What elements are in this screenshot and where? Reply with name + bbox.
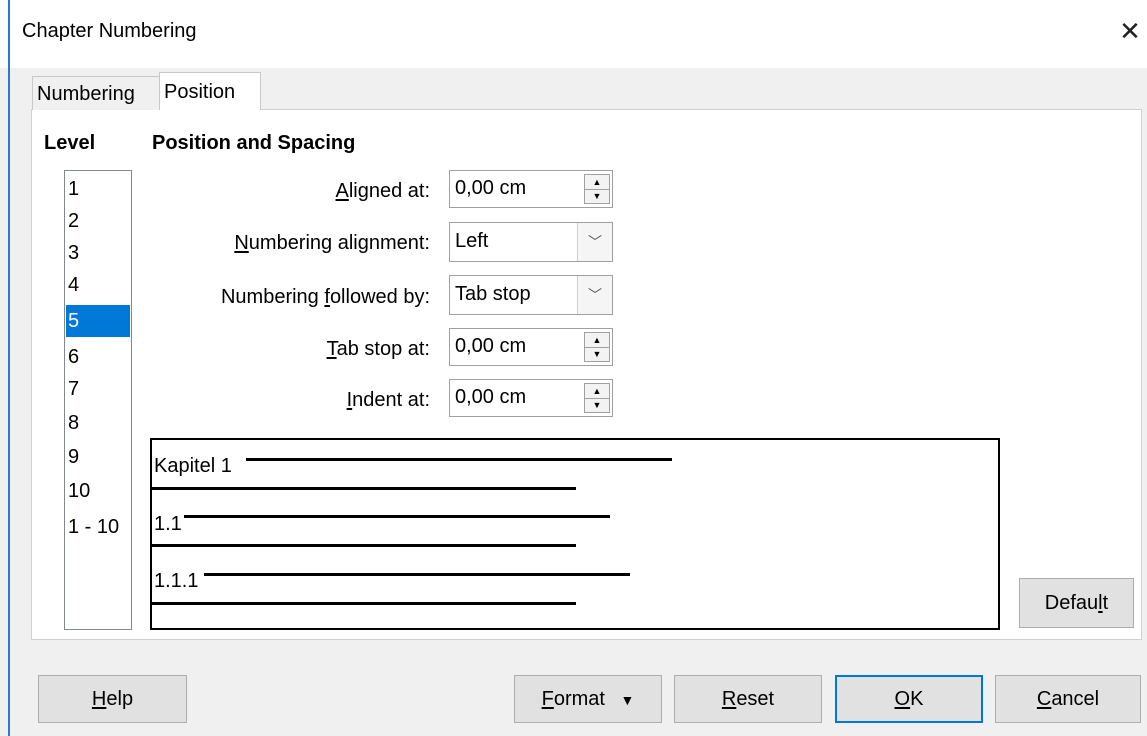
preview-text-line: [152, 487, 576, 490]
default-button[interactable]: Default: [1019, 578, 1134, 628]
numbering-preview: Kapitel 1 1.1 1.1.1: [150, 438, 1000, 630]
level-item[interactable]: 1 - 10: [66, 511, 130, 543]
numbering-followed-by-dropdown[interactable]: Tab stop ﹀: [449, 275, 613, 315]
window-edge: [8, 0, 10, 736]
tab-stop-at-value[interactable]: 0,00 cm: [455, 335, 526, 358]
ok-button[interactable]: OK: [835, 675, 983, 723]
dropdown-arrow-icon: ▼: [620, 692, 635, 708]
numbering-alignment-value: Left: [455, 230, 489, 252]
aligned-at-spinbox[interactable]: 0,00 cm ▲ ▼: [449, 170, 613, 208]
spin-up-icon[interactable]: ▲: [585, 175, 609, 190]
level-heading: Level: [44, 132, 96, 154]
level-item-selected[interactable]: 5: [66, 305, 130, 337]
aligned-at-value[interactable]: 0,00 cm: [455, 177, 526, 200]
preview-text-line: [246, 458, 672, 461]
close-icon[interactable]: ✕: [1115, 14, 1145, 48]
preview-text-line: [204, 573, 630, 576]
spin-down-icon[interactable]: ▼: [585, 189, 609, 203]
aligned-at-label: Aligned at:: [335, 180, 430, 202]
numbering-alignment-dropdown[interactable]: Left ﹀: [449, 222, 613, 262]
numbering-followed-by-value: Tab stop: [455, 283, 531, 305]
preview-level-1-text: Kapitel 1: [154, 455, 232, 477]
numbering-followed-by-label: Numbering followed by:: [220, 286, 430, 308]
tab-stop-at-label: Tab stop at:: [326, 338, 430, 360]
tab-position[interactable]: Position: [159, 72, 261, 110]
spin-up-icon[interactable]: ▲: [585, 384, 609, 399]
indent-at-label: Indent at:: [346, 389, 430, 411]
indent-at-value[interactable]: 0,00 cm: [455, 386, 526, 409]
preview-level-3-text: 1.1.1: [154, 570, 199, 592]
format-button[interactable]: Format ▼: [514, 675, 662, 723]
spin-up-icon[interactable]: ▲: [585, 333, 609, 348]
level-item[interactable]: 10: [66, 475, 130, 507]
tab-stop-spin-buttons[interactable]: ▲ ▼: [584, 332, 610, 362]
preview-level-2-text: 1.1: [154, 513, 182, 535]
cancel-button[interactable]: Cancel: [995, 675, 1141, 723]
dialog-title: Chapter Numbering: [22, 20, 197, 42]
position-spacing-heading: Position and Spacing: [152, 132, 356, 154]
preview-text-line: [152, 602, 576, 605]
tab-stop-at-spinbox[interactable]: 0,00 cm ▲ ▼: [449, 328, 613, 366]
tab-numbering[interactable]: Numbering: [32, 76, 160, 110]
aligned-at-spin-buttons[interactable]: ▲ ▼: [584, 174, 610, 204]
help-button[interactable]: Help: [38, 675, 187, 723]
chevron-down-icon[interactable]: ﹀: [577, 223, 612, 261]
indent-spin-buttons[interactable]: ▲ ▼: [584, 383, 610, 413]
preview-text-line: [152, 544, 576, 547]
reset-button[interactable]: Reset: [674, 675, 822, 723]
numbering-alignment-label: Numbering alignment:: [234, 232, 430, 254]
chevron-down-icon[interactable]: ﹀: [577, 276, 612, 314]
preview-text-line: [184, 515, 610, 518]
spin-down-icon[interactable]: ▼: [585, 398, 609, 412]
spin-down-icon[interactable]: ▼: [585, 347, 609, 361]
level-item[interactable]: 9: [66, 441, 130, 473]
indent-at-spinbox[interactable]: 0,00 cm ▲ ▼: [449, 379, 613, 417]
